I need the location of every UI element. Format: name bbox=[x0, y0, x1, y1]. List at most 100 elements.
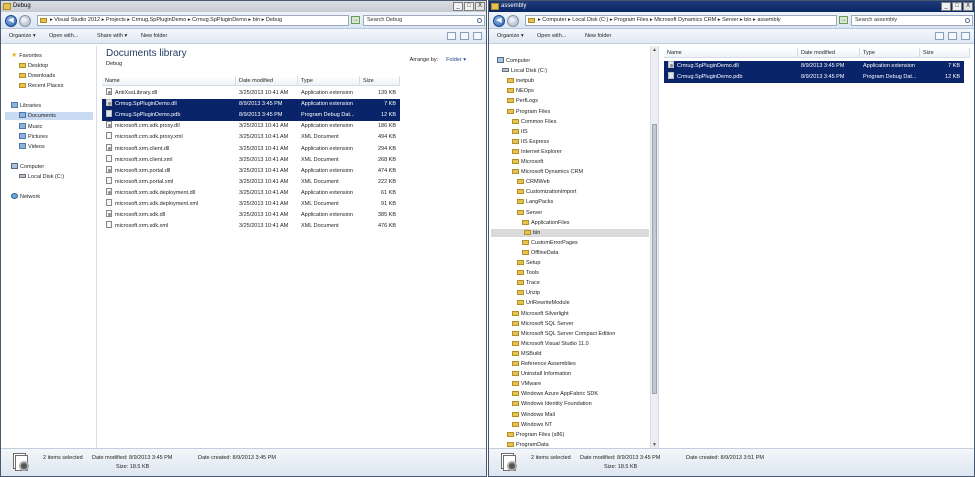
minimize-button[interactable]: _ bbox=[453, 2, 463, 11]
tree-item[interactable]: PerfLogs bbox=[507, 97, 538, 105]
tree-item[interactable]: Microsoft Dynamics CRM bbox=[512, 168, 583, 176]
tree-item[interactable]: Internet Explorer bbox=[512, 148, 562, 156]
file-row[interactable]: Crmug.SpPluginDemo.pdb 8/9/2013 3:45 PM Pr… bbox=[664, 72, 964, 84]
tree-item[interactable]: CustomErrorPages bbox=[522, 239, 578, 247]
nav-favorites[interactable]: ★ Favorites bbox=[11, 52, 42, 60]
title-bar[interactable]: Debug _ □ X bbox=[1, 1, 486, 12]
title-bar[interactable]: assembly _ □ X bbox=[489, 1, 974, 12]
tree-item[interactable]: Microsoft SQL Server bbox=[512, 320, 573, 328]
tree-item[interactable]: Trace bbox=[517, 279, 540, 287]
open-with-button[interactable]: Open with... bbox=[47, 29, 80, 44]
nav-recent-places[interactable]: Recent Places bbox=[19, 82, 63, 90]
breadcrumb-item[interactable]: Server bbox=[722, 17, 738, 23]
tree-item[interactable]: MSBuild bbox=[512, 350, 541, 358]
breadcrumb-item[interactable]: Local Disk (C:) bbox=[572, 17, 608, 23]
breadcrumb-item[interactable]: Microsoft Dynamics CRM bbox=[654, 17, 716, 23]
tree-item[interactable]: inetpub bbox=[507, 77, 534, 85]
arrange-by[interactable]: Arrange by: Folder ▾ bbox=[410, 57, 466, 63]
tree-item[interactable]: Uninstall Information bbox=[512, 370, 571, 378]
close-button[interactable]: X bbox=[963, 2, 973, 11]
back-button[interactable]: ◀ bbox=[493, 15, 505, 27]
file-row[interactable]: Crmug.SpPluginDemo.pdb 8/9/2013 3:45 PM Pr… bbox=[102, 110, 400, 122]
tree-item[interactable]: Setup bbox=[517, 259, 540, 267]
tree-item[interactable]: Common Files bbox=[512, 118, 556, 126]
new-folder-button[interactable]: New folder bbox=[583, 29, 613, 44]
tree-item[interactable]: bin bbox=[491, 228, 649, 237]
view-options-icon[interactable] bbox=[935, 32, 944, 40]
nav-libraries[interactable]: Libraries bbox=[11, 102, 41, 110]
tree-item[interactable]: Microsoft bbox=[512, 158, 543, 166]
help-icon[interactable] bbox=[961, 32, 970, 40]
column-size[interactable]: Size bbox=[360, 76, 400, 86]
tree-item[interactable]: OfflineData bbox=[522, 249, 558, 257]
nav-local-disk[interactable]: Local Disk (C:) bbox=[19, 173, 64, 181]
file-row[interactable]: AntiXssLibrary.dll 3/25/2013 10:41 AM Appl… bbox=[102, 88, 400, 99]
file-row[interactable]: Crmug.SpPluginDemo.dll 8/9/2013 3:45 PM Ap… bbox=[664, 61, 964, 72]
breadcrumb-item[interactable]: assembly bbox=[757, 17, 780, 23]
nav-downloads[interactable]: Downloads bbox=[19, 72, 55, 80]
file-row[interactable]: microsoft.crm.sdk.proxy.xml 3/25/2013 10:… bbox=[102, 132, 400, 143]
maximize-button[interactable]: □ bbox=[464, 2, 474, 11]
breadcrumb-item[interactable]: Visual Studio 2012 bbox=[54, 17, 100, 23]
breadcrumb-item[interactable]: Program Files bbox=[614, 17, 648, 23]
tree-item[interactable]: Local Disk (C:) bbox=[502, 67, 547, 75]
column-date-modified[interactable]: Date modified bbox=[798, 48, 860, 58]
column-name[interactable]: Name bbox=[664, 48, 798, 58]
maximize-button[interactable]: □ bbox=[952, 2, 962, 11]
tree-item[interactable]: CRMWeb bbox=[517, 178, 550, 186]
nav-computer[interactable]: Computer bbox=[11, 163, 44, 171]
file-row[interactable]: microsoft.xrm.sdk.dll 3/25/2013 10:41 AM A… bbox=[102, 210, 400, 221]
nav-documents[interactable]: Documents bbox=[5, 112, 93, 120]
tree-item[interactable]: LangPacks bbox=[517, 198, 553, 206]
tree-item[interactable]: Windows NT bbox=[512, 421, 552, 429]
breadcrumb-item[interactable]: Debug bbox=[266, 17, 282, 23]
file-row[interactable]: microsoft.xrm.portal.dll 3/25/2013 10:41 … bbox=[102, 165, 400, 177]
tree-item[interactable]: Program Files (x86) bbox=[507, 431, 564, 439]
tree-item[interactable]: IIS Express bbox=[512, 138, 549, 146]
nav-network[interactable]: Network bbox=[11, 193, 40, 201]
nav-music[interactable]: Music bbox=[19, 123, 42, 131]
tree-item[interactable]: Computer bbox=[497, 57, 530, 65]
tree-item[interactable]: Reference Assemblies bbox=[512, 360, 576, 368]
file-row[interactable]: microsoft.xrm.sdk.deployment.dll 3/25/201… bbox=[102, 187, 400, 199]
refresh-icon[interactable]: → bbox=[351, 16, 360, 24]
preview-pane-icon[interactable] bbox=[948, 32, 957, 40]
column-name[interactable]: Name bbox=[102, 76, 236, 86]
arrange-value[interactable]: Folder ▾ bbox=[446, 57, 466, 63]
tree-item[interactable]: Microsoft SQL Server Compact Edition bbox=[512, 330, 615, 338]
breadcrumb[interactable]: ▸ Visual Studio 2012 ▸ Projects ▸ Crmug.… bbox=[50, 17, 282, 23]
tree-item[interactable]: Tools bbox=[517, 269, 539, 277]
minimize-button[interactable]: _ bbox=[941, 2, 951, 11]
search-input[interactable]: Search Debug bbox=[363, 15, 485, 26]
address-bar[interactable]: ▸ Visual Studio 2012 ▸ Projects ▸ Crmug.… bbox=[37, 15, 349, 26]
tree-scrollbar[interactable]: ▲ ▼ bbox=[650, 46, 658, 449]
nav-desktop[interactable]: Desktop bbox=[19, 62, 48, 70]
back-button[interactable]: ◀ bbox=[5, 15, 17, 27]
nav-videos[interactable]: Videos bbox=[19, 143, 45, 151]
file-row[interactable]: microsoft.crm.sdk.proxy.dll 3/25/2013 10:… bbox=[102, 121, 400, 132]
preview-pane-icon[interactable] bbox=[460, 32, 469, 40]
tree-item[interactable]: Server bbox=[517, 209, 542, 217]
forward-button[interactable]: ▶ bbox=[507, 15, 519, 27]
tree-item[interactable]: Windows Identity Foundation bbox=[512, 400, 592, 408]
address-bar[interactable]: ▸ Computer ▸ Local Disk (C:) ▸ Program F… bbox=[525, 15, 837, 26]
breadcrumb-item[interactable]: Projects bbox=[106, 17, 126, 23]
file-row[interactable]: microsoft.xrm.sdk.xml 3/25/2013 10:41 AM X… bbox=[102, 221, 400, 232]
column-type[interactable]: Type bbox=[860, 48, 920, 58]
close-button[interactable]: X bbox=[475, 2, 485, 11]
tree-item[interactable]: UrlRewriteModule bbox=[517, 299, 570, 307]
organize-button[interactable]: Organize ▾ bbox=[7, 29, 38, 44]
search-input[interactable]: Search assembly bbox=[851, 15, 973, 26]
tree-item[interactable]: Program Files bbox=[507, 108, 550, 116]
open-with-button[interactable]: Open with... bbox=[535, 29, 568, 44]
tree-item[interactable]: Unzip bbox=[517, 289, 540, 297]
tree-item[interactable]: ApplicationFiles bbox=[522, 219, 570, 227]
help-icon[interactable] bbox=[473, 32, 482, 40]
file-row[interactable]: microsoft.xrm.client.dll 3/25/2013 10:41 … bbox=[102, 143, 400, 155]
file-row[interactable]: microsoft.xrm.portal.xml 3/25/2013 10:41 … bbox=[102, 176, 400, 188]
scroll-thumb[interactable] bbox=[652, 124, 657, 394]
breadcrumb-item[interactable]: Crmug.SpPluginDemo bbox=[192, 17, 247, 23]
forward-button[interactable]: ▶ bbox=[19, 15, 31, 27]
scroll-up-arrow[interactable]: ▲ bbox=[651, 46, 658, 54]
breadcrumb-item[interactable]: Crmug.SpPluginDemo bbox=[132, 17, 187, 23]
